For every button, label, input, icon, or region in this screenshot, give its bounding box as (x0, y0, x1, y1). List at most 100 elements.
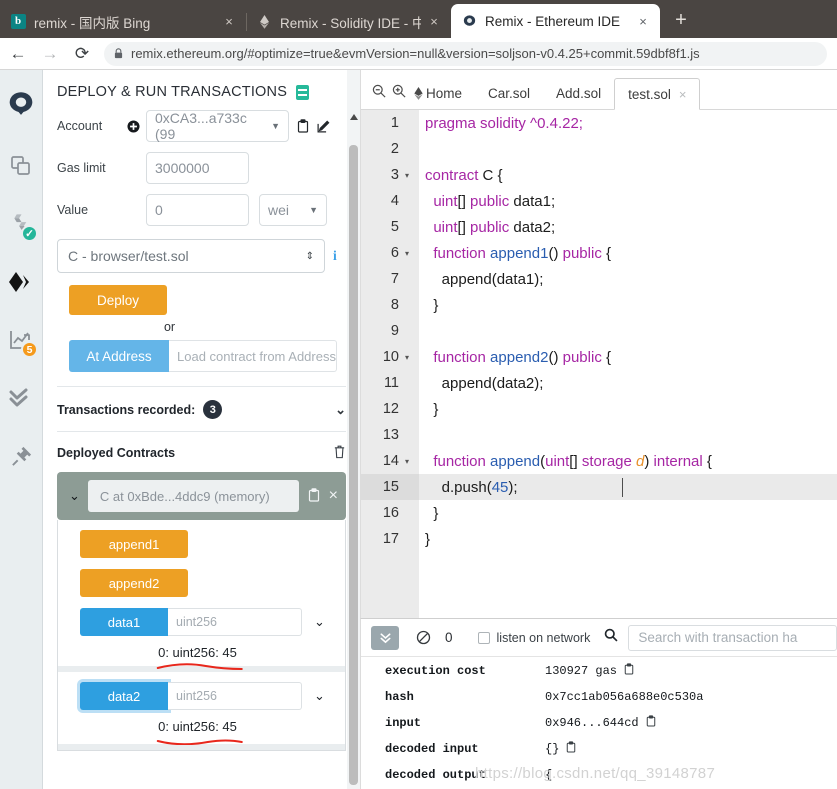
close-icon[interactable]: × (679, 87, 687, 102)
back-icon[interactable]: ← (4, 40, 32, 68)
terminal-log-value: 0x946...644cd (545, 716, 639, 730)
browser-tab-bar: b remix - 国内版 Bing × Remix - Solidity ID… (0, 0, 837, 38)
gas-limit-input[interactable]: 3000000 (146, 152, 249, 184)
transactions-recorded-count: 3 (203, 400, 223, 419)
clipboard-icon[interactable] (624, 663, 634, 679)
code-token: public (470, 192, 514, 210)
scroll-up-arrow-icon[interactable] (350, 114, 358, 120)
plus-circle-icon[interactable] (126, 119, 140, 133)
editor-code-area[interactable]: pragma solidity ^0.4.22; contract C { uin… (419, 110, 837, 618)
chevrons-down-icon[interactable] (371, 625, 399, 650)
browser-tab-remix-ethereum[interactable]: Remix - Ethereum IDE × (451, 4, 660, 38)
transaction-search-input[interactable]: Search with transaction ha (628, 624, 837, 651)
analysis-count-badge: 5 (21, 341, 38, 358)
at-address-input[interactable]: Load contract from Address (169, 340, 337, 372)
fold-arrow-icon[interactable]: ▾ (402, 353, 412, 362)
file-explorers-icon[interactable] (3, 144, 39, 188)
clipboard-icon[interactable] (646, 715, 656, 731)
gutter-line-number: 15 (361, 474, 419, 500)
contract-select[interactable]: C - browser/test.sol ⇕ (57, 239, 325, 273)
fold-arrow-icon[interactable]: ▾ (402, 457, 412, 466)
ban-icon[interactable] (416, 630, 431, 645)
function-button-append1[interactable]: append1 (80, 530, 188, 558)
gutter-line-number: 9 (390, 323, 399, 339)
value-input[interactable]: 0 (146, 194, 249, 226)
contract-select-value: C - browser/test.sol (68, 248, 189, 264)
terminal-log-value: 0x7cc1ab056a688e0c530a (545, 690, 704, 704)
function-button-append2[interactable]: append2 (80, 569, 188, 597)
code-token: C { (482, 166, 503, 184)
function-button-data1[interactable]: data1 (80, 608, 168, 636)
chevron-down-icon[interactable]: ⌄ (314, 614, 325, 630)
forward-icon[interactable]: → (36, 40, 64, 68)
analysis-icon[interactable]: 5 (3, 318, 39, 362)
editor-tab-add-sol[interactable]: Add.sol (543, 78, 614, 109)
chevron-down-icon[interactable]: ⌄ (314, 688, 325, 704)
close-icon[interactable]: × (634, 12, 652, 30)
pending-transactions-count: 0 (445, 630, 453, 645)
function-input-data2[interactable]: uint256 (168, 682, 302, 710)
clipboard-icon[interactable] (295, 118, 310, 134)
clipboard-icon[interactable] (566, 741, 576, 757)
gutter-line-number: 8 (390, 297, 399, 313)
listen-on-network-checkbox[interactable] (477, 631, 490, 644)
remix-home-icon[interactable] (3, 80, 39, 130)
chevron-down-icon[interactable]: ⌄ (69, 488, 80, 504)
transactions-recorded-row[interactable]: Transactions recorded: 3 ⌄ (57, 387, 346, 431)
editor-tab-home[interactable]: Home (409, 78, 475, 109)
trash-icon[interactable] (333, 444, 346, 462)
editor-tab-test-sol[interactable]: test.sol × (614, 78, 701, 110)
search-icon[interactable] (604, 628, 618, 647)
value-unit-text: wei (268, 202, 290, 218)
function-button-data2[interactable]: data2 (80, 682, 168, 710)
account-select[interactable]: 0xCA3...a733c (99 ▼ (146, 110, 289, 142)
value-row: Value 0 wei ▼ (57, 194, 346, 226)
fold-arrow-icon[interactable]: ▾ (402, 249, 412, 258)
chevron-down-icon[interactable]: ⌄ (335, 402, 346, 418)
browser-tab-bing[interactable]: b remix - 国内版 Bing × (0, 5, 246, 38)
at-address-row: At Address Load contract from Address (69, 340, 346, 372)
gutter-line-number: 10 ▾ (361, 344, 419, 370)
code-token: () (548, 244, 563, 262)
terminal-log-key: hash (385, 690, 414, 704)
code-token: append2 (490, 348, 549, 366)
editor-tab-car-sol[interactable]: Car.sol (475, 78, 543, 109)
terminal-log-row: decoded output { (385, 762, 837, 788)
fold-arrow-icon[interactable]: ▾ (402, 171, 412, 180)
at-address-button[interactable]: At Address (69, 340, 169, 372)
edit-icon[interactable] (316, 118, 331, 134)
new-tab-button[interactable]: + (666, 6, 696, 36)
value-unit-select[interactable]: wei ▼ (259, 194, 327, 226)
code-token: ) (644, 452, 654, 470)
browser-tab-title: Remix - Solidity IDE - 中文 (280, 15, 421, 31)
reload-icon[interactable]: ⟳ (68, 40, 96, 68)
info-icon[interactable]: i (333, 248, 337, 264)
deploy-button[interactable]: Deploy (69, 285, 167, 315)
deployed-contract-card[interactable]: ⌄ C at 0xBde...4ddc9 (memory) × (57, 472, 346, 520)
code-token: contract (425, 166, 483, 184)
solidity-compiler-icon[interactable]: ✓ (3, 202, 39, 246)
close-icon[interactable]: × (329, 487, 338, 505)
value-label: Value (57, 203, 89, 217)
panel-scrollbar[interactable] (347, 70, 360, 789)
chevron-down-icon: ▼ (271, 121, 280, 131)
zoom-in-icon[interactable] (389, 77, 409, 105)
address-bar[interactable]: remix.ethereum.org/#optimize=true&evmVer… (104, 41, 827, 66)
testing-icon[interactable] (3, 376, 39, 420)
close-icon[interactable]: × (425, 13, 443, 31)
code-token: } (425, 296, 439, 314)
deploy-run-icon[interactable] (3, 260, 39, 304)
close-icon[interactable]: × (220, 13, 238, 31)
browser-tab-remix-solidity[interactable]: Remix - Solidity IDE - 中文 × (246, 5, 451, 38)
zoom-out-icon[interactable] (369, 77, 389, 105)
scrollbar-thumb[interactable] (349, 145, 358, 785)
panel-doc-icon[interactable] (296, 84, 310, 100)
clipboard-icon[interactable] (308, 487, 320, 505)
function-input-data1[interactable]: uint256 (168, 608, 302, 636)
gutter-line-number: 3 ▾ (361, 162, 419, 188)
plugin-manager-icon[interactable] (3, 434, 39, 478)
code-token: storage (581, 452, 637, 470)
gutter-line-number: 6 ▾ (361, 240, 419, 266)
code-token: } (425, 504, 439, 522)
code-line: function append2() public { (419, 344, 837, 370)
